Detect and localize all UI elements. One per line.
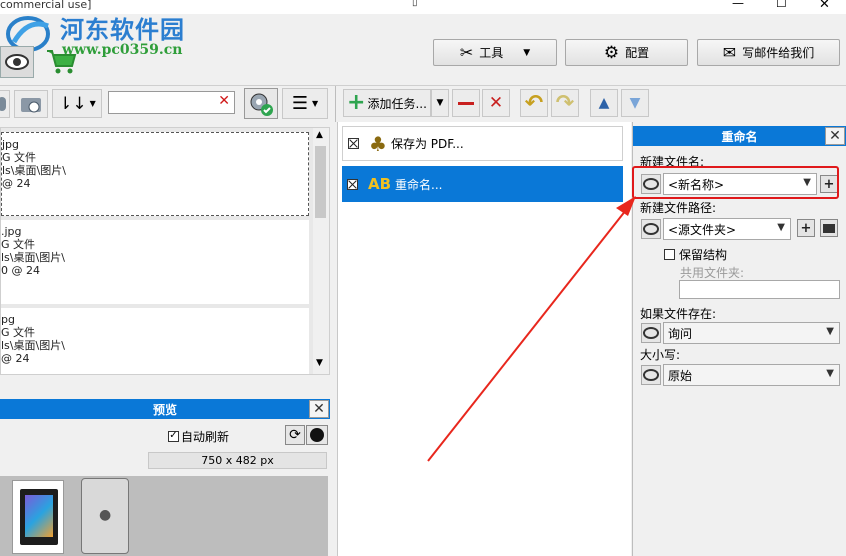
annotation-arrow bbox=[427, 196, 636, 462]
